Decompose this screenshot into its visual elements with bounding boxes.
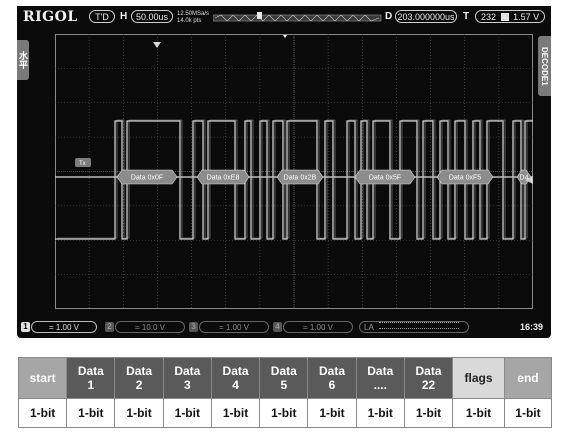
field-index: 22 bbox=[421, 378, 436, 392]
field-name: Data bbox=[270, 364, 297, 378]
decode-packet-label: Data 0x5F bbox=[369, 175, 401, 182]
field-header: end bbox=[503, 357, 553, 399]
decode-packet-label: Data 0x0F bbox=[131, 175, 163, 182]
field-width: 1-bit bbox=[114, 398, 164, 428]
memory-position-indicator bbox=[213, 12, 382, 22]
trigger-label: T bbox=[463, 11, 470, 22]
trigger-slope-icon bbox=[500, 13, 509, 21]
brand-logo: RIGOL bbox=[23, 9, 78, 25]
field-header: Data 1 bbox=[66, 357, 116, 399]
field-name: Data bbox=[77, 364, 104, 378]
decode-bus: Data 0x0F Data 0xE8 Data 0x2B Data 0x5F Data… bbox=[55, 169, 533, 185]
horizontal-label: H bbox=[120, 11, 128, 22]
field-index: 5 bbox=[280, 378, 288, 392]
ch4-number[interactable]: 4 bbox=[273, 322, 282, 332]
field-width: 1-bit bbox=[210, 398, 261, 428]
field-name: end bbox=[517, 371, 539, 385]
field-index: .... bbox=[373, 378, 387, 392]
frame-structure-table: start Data 1 Data 2 Data 3 Data 4 Data 5 Data 6 Data.… bbox=[17, 357, 553, 428]
field-width: 1-bit bbox=[403, 398, 454, 428]
field-header: start bbox=[17, 357, 68, 399]
field-header: Data 2 bbox=[114, 357, 164, 399]
ch1-number[interactable]: 1 bbox=[21, 322, 30, 332]
field-index: 1 bbox=[87, 378, 95, 392]
horizontal-menu-tab[interactable]: 水平 bbox=[17, 40, 29, 80]
field-name: start bbox=[29, 371, 56, 385]
waveform-display[interactable]: Data 0x0F Data 0xE8 Data 0x2B Data 0x5F Data… bbox=[55, 34, 533, 309]
field-name: Data bbox=[367, 364, 394, 378]
field-width: 1-bit bbox=[452, 398, 505, 428]
field-name: Data bbox=[222, 364, 249, 378]
field-name: Data bbox=[126, 364, 153, 378]
field-width: 1-bit bbox=[17, 398, 68, 428]
timebase-value[interactable]: 50.00us bbox=[131, 10, 173, 23]
delay-value[interactable]: 203.000000us bbox=[395, 10, 457, 23]
trigger-position-marker bbox=[153, 42, 161, 48]
trigger-settings[interactable]: 232 1.57 V bbox=[475, 10, 545, 23]
la-label: LA bbox=[364, 323, 374, 332]
memory-depth: 14.0k pts bbox=[177, 18, 202, 24]
field-name: Data bbox=[319, 364, 346, 378]
ch2-scale[interactable]: = 10.0 V bbox=[115, 321, 185, 333]
ch4-scale[interactable]: = 1.00 V bbox=[283, 321, 353, 333]
trigger-source: 232 bbox=[481, 12, 497, 22]
field-index: 6 bbox=[328, 378, 336, 392]
sample-rate: 12.50MSa/s bbox=[177, 11, 210, 17]
trigger-status-badge[interactable]: T'D bbox=[89, 10, 115, 23]
field-name: Data bbox=[174, 364, 201, 378]
logic-analyzer-status[interactable]: LA bbox=[359, 321, 469, 333]
decode-packet-label: Data 0xF5 bbox=[449, 175, 481, 182]
field-header: flags bbox=[452, 357, 505, 399]
ch2-number[interactable]: 2 bbox=[105, 322, 114, 332]
field-header: Data 3 bbox=[162, 357, 212, 399]
field-width: 1-bit bbox=[259, 398, 309, 428]
field-index: 4 bbox=[232, 378, 239, 392]
field-header: Data 4 bbox=[210, 357, 261, 399]
field-width: 1-bit bbox=[355, 398, 405, 428]
tx-label: Tx bbox=[79, 161, 86, 167]
delay-label: D bbox=[385, 11, 393, 22]
status-bar: RIGOL T'D H 50.00us 12.50MSa/s 14.0k pts… bbox=[17, 6, 551, 28]
field-header: Data.... bbox=[355, 357, 405, 399]
decode-packet-label: Data 0xE8 bbox=[207, 175, 240, 182]
decode-packet-label: Data 0x2B bbox=[284, 175, 317, 182]
field-header: Data 5 bbox=[259, 357, 309, 399]
tx-tag: Tx bbox=[75, 158, 91, 167]
decode-menu-tab[interactable]: DECODE1 bbox=[538, 36, 551, 96]
field-name: Data bbox=[415, 364, 442, 378]
frame-field-row: start Data 1 Data 2 Data 3 Data 4 Data 5 Data 6 Data.… bbox=[17, 357, 553, 399]
field-width: 1-bit bbox=[66, 398, 116, 428]
frame-width-row: 1-bit 1-bit 1-bit 1-bit 1-bit 1-bit 1-bit 1-bit… bbox=[17, 398, 553, 428]
la-channel-states-icon bbox=[378, 322, 459, 329]
field-name: flags bbox=[464, 371, 493, 385]
ch1-scale[interactable]: = 1.00 V bbox=[31, 321, 97, 333]
field-index: 2 bbox=[135, 378, 143, 392]
channel-bar: 1 = 1.00 V 2 = 10.0 V 3 = 1.00 V 4 = 1.0… bbox=[17, 316, 551, 338]
field-header: Data 6 bbox=[307, 357, 357, 399]
field-width: 1-bit bbox=[503, 398, 553, 428]
field-index: 3 bbox=[183, 378, 191, 392]
oscilloscope-screen: RIGOL T'D H 50.00us 12.50MSa/s 14.0k pts… bbox=[17, 6, 551, 338]
ch3-number[interactable]: 3 bbox=[189, 322, 198, 332]
field-width: 1-bit bbox=[307, 398, 357, 428]
clock: 16:39 bbox=[519, 322, 543, 332]
trigger-level: 1.57 V bbox=[513, 12, 540, 22]
ch3-scale[interactable]: = 1.00 V bbox=[199, 321, 269, 333]
field-header: Data 22 bbox=[403, 357, 454, 399]
center-marker bbox=[283, 35, 287, 38]
field-width: 1-bit bbox=[162, 398, 212, 428]
